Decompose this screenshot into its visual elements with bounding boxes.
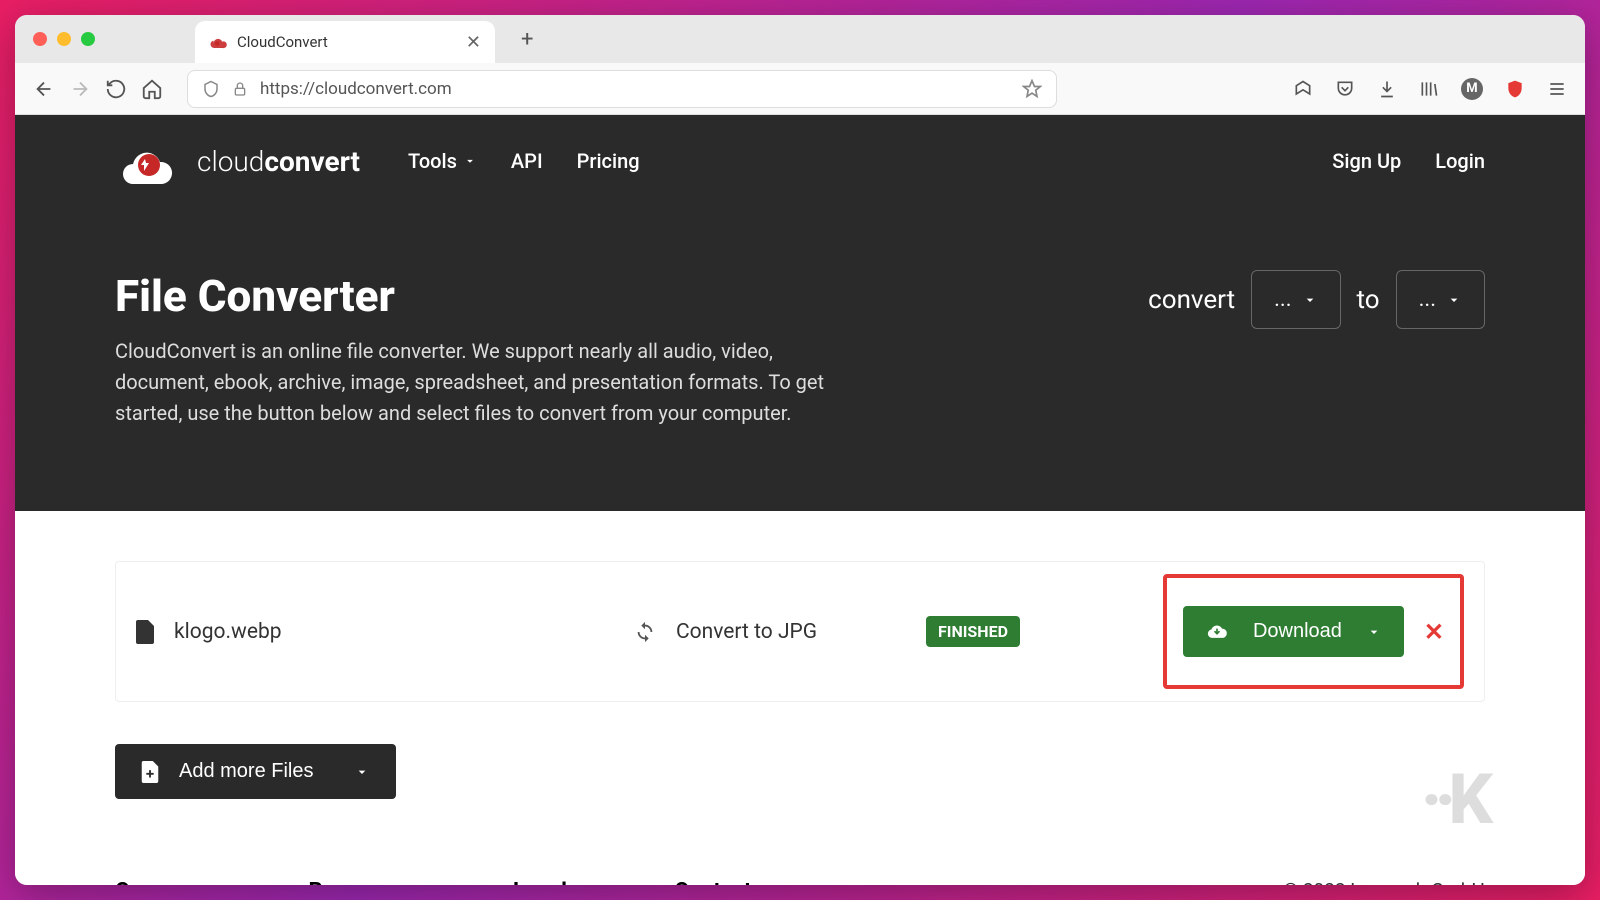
chevron-down-icon [1302,292,1318,308]
remove-file-button[interactable]: ✕ [1424,618,1444,646]
footer-col-resources: Resources Blog [308,879,413,885]
file-icon [136,620,154,644]
nav-pricing[interactable]: Pricing [577,149,640,173]
chevron-down-icon [1366,624,1382,640]
convert-target-label: Convert to JPG [676,620,906,644]
format-to-value: ... [1419,287,1436,312]
chevron-down-icon [354,764,370,780]
cloud-download-icon [1205,622,1229,642]
page-content: cloudconvert Tools API Pricing Sign Up L… [15,115,1585,885]
footer-col-company: Company About Us [115,879,208,885]
nav-links: Tools API Pricing [408,149,640,173]
nav-tools[interactable]: Tools [408,149,477,173]
file-name: klogo.webp [174,620,614,644]
footer-col-contact: Contact Contact Us [674,879,767,885]
home-button[interactable] [141,78,163,100]
download-button[interactable]: Download [1183,606,1404,657]
file-row: klogo.webp Convert to JPG FINISHED Downl… [115,561,1485,702]
url-text: https://cloudconvert.com [260,79,1010,99]
tab-title: CloudConvert [237,33,456,51]
hero: File Converter CloudConvert is an online… [115,270,1485,429]
nav-login[interactable]: Login [1435,149,1485,173]
add-more-label: Add more Files [179,760,314,783]
pocket-icon[interactable] [1335,79,1355,99]
convert-label: convert [1148,285,1235,315]
brand-text: cloudconvert [197,145,360,178]
close-tab-button[interactable]: ✕ [466,32,481,53]
lock-icon [232,81,248,97]
footer: ··K Company About Us Resources Blog Lega… [15,829,1585,885]
toolbar-right-icons: M [1293,78,1567,100]
traffic-lights [33,32,95,46]
convert-icon [634,621,656,643]
page-title: File Converter [115,270,835,322]
hero-text: File Converter CloudConvert is an online… [115,270,835,429]
convert-controls: convert ... to ... [1148,270,1485,329]
nav-tools-label: Tools [408,149,457,173]
maximize-window-button[interactable] [81,32,95,46]
format-to-dropdown[interactable]: ... [1396,270,1485,329]
protection-shield-icon[interactable] [1505,79,1525,99]
format-from-value: ... [1274,287,1291,312]
close-window-button[interactable] [33,32,47,46]
brand-logo[interactable]: cloudconvert [115,137,360,185]
menu-icon[interactable] [1547,79,1567,99]
cloud-logo-icon [115,137,183,185]
file-section: klogo.webp Convert to JPG FINISHED Downl… [15,511,1585,829]
watermark: ··K [1421,759,1485,841]
site-navbar: cloudconvert Tools API Pricing Sign Up L… [115,137,1485,185]
tab-favicon-icon [209,33,227,51]
account-icon[interactable]: M [1461,78,1483,100]
footer-resources-header: Resources [308,879,413,885]
tab-bar: CloudConvert ✕ + [15,15,1585,63]
footer-columns: Company About Us Resources Blog Legal Pr… [115,879,768,885]
footer-right: © 2022 Lunaweb GmbH Made in Munich, Germ… [1266,879,1485,885]
back-button[interactable] [33,78,55,100]
new-tab-button[interactable]: + [521,27,533,52]
library-icon[interactable] [1419,79,1439,99]
format-from-dropdown[interactable]: ... [1251,270,1340,329]
browser-tab[interactable]: CloudConvert ✕ [195,21,495,63]
downloads-icon[interactable] [1377,79,1397,99]
footer-legal-header: Legal [513,879,574,885]
chevron-down-icon [463,154,477,168]
url-bar[interactable]: https://cloudconvert.com [187,70,1057,108]
browser-window: CloudConvert ✕ + https://cloudconvert.co… [15,15,1585,885]
footer-col-legal: Legal Privacy [513,879,574,885]
forward-button[interactable] [69,78,91,100]
add-more-files-button[interactable]: Add more Files [115,744,396,799]
status-badge: FINISHED [926,616,1020,647]
shield-icon [202,80,220,98]
file-plus-icon [141,761,159,783]
to-label: to [1357,285,1380,315]
nav-right: Sign Up Login [1332,149,1485,173]
download-label: Download [1253,620,1342,643]
footer-copyright: © 2022 Lunaweb GmbH [1266,879,1485,885]
save-to-pocket-icon[interactable] [1293,79,1313,99]
footer-contact-header: Contact [674,879,767,885]
chevron-down-icon [1446,292,1462,308]
browser-toolbar: https://cloudconvert.com M [15,63,1585,115]
footer-company-header: Company [115,879,208,885]
minimize-window-button[interactable] [57,32,71,46]
bookmark-star-icon[interactable] [1022,79,1042,99]
hero-description: CloudConvert is an online file converter… [115,336,835,429]
hero-header: cloudconvert Tools API Pricing Sign Up L… [15,115,1585,511]
reload-button[interactable] [105,78,127,100]
download-highlight-box: Download ✕ [1163,574,1464,689]
nav-api[interactable]: API [511,149,543,173]
nav-signup[interactable]: Sign Up [1332,149,1401,173]
